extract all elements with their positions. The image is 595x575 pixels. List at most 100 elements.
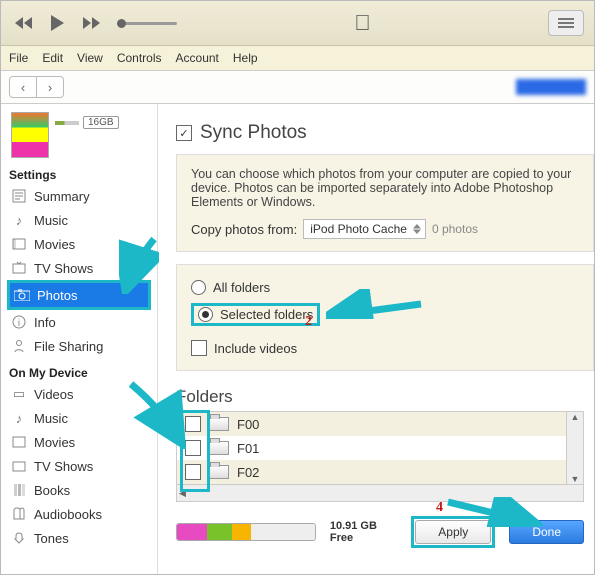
folder-name: F01 <box>237 441 259 456</box>
sidebar-item-music[interactable]: ♪ Music <box>7 208 157 232</box>
books-icon <box>11 482 27 498</box>
radio-all-folders[interactable]: All folders <box>191 275 579 299</box>
vertical-scrollbar[interactable]: ▲▼ <box>566 412 583 484</box>
sidebar-section-device: On My Device <box>9 366 155 380</box>
sidebar-item-label: File Sharing <box>34 339 103 354</box>
sidebar-item-audiobooks[interactable]: Audiobooks <box>7 502 157 526</box>
sidebar-item-label: Summary <box>34 189 90 204</box>
page-title-row: ✓ Sync Photos <box>176 122 594 144</box>
copy-source-select[interactable]: iPod Photo Cache <box>303 219 426 239</box>
info-icon: i <box>11 314 27 330</box>
photo-count: 0 photos <box>432 222 478 236</box>
menu-edit[interactable]: Edit <box>42 51 63 65</box>
sidebar-item-label: Music <box>34 213 68 228</box>
scroll-down-icon: ▼ <box>571 474 580 484</box>
sidebar-item-tvshows[interactable]: TV Shows <box>7 256 157 280</box>
sidebar: 16GB Settings Summary ♪Music Movies TV S… <box>1 104 158 574</box>
folder-list: F00 F01 F02 ▲▼ ◀ <box>176 411 584 502</box>
sidebar-item-tvshows2[interactable]: TV Shows <box>7 454 157 478</box>
sidebar-item-label: Photos <box>37 288 77 303</box>
done-button[interactable]: Done <box>509 520 584 544</box>
sidebar-item-videos[interactable]: ▭ Videos <box>7 382 157 406</box>
horizontal-scrollbar[interactable]: ◀ <box>177 484 583 501</box>
audiobooks-icon <box>11 506 27 522</box>
folder-checkbox[interactable] <box>185 464 201 480</box>
movies-icon <box>11 236 27 252</box>
svg-text:i: i <box>18 318 20 329</box>
play-button[interactable] <box>45 11 71 35</box>
capacity-badge: 16GB <box>83 116 119 129</box>
storage-bar <box>176 523 316 541</box>
checkbox-label: Include videos <box>214 341 297 356</box>
tv-icon <box>11 458 27 474</box>
folder-icon <box>209 441 229 455</box>
sidebar-item-label: Videos <box>34 387 74 402</box>
tv-icon <box>11 260 27 276</box>
folder-name: F02 <box>237 465 259 480</box>
apply-button[interactable]: Apply <box>415 520 491 544</box>
menu-help[interactable]: Help <box>233 51 258 65</box>
sidebar-item-label: Audiobooks <box>34 507 102 522</box>
music-icon: ♪ <box>11 212 27 228</box>
sidebar-item-label: TV Shows <box>34 459 93 474</box>
copy-source-value: iPod Photo Cache <box>310 222 407 236</box>
folder-checkbox[interactable] <box>185 416 201 432</box>
sidebar-item-label: Tones <box>34 531 69 546</box>
copy-from-label: Copy photos from: <box>191 222 297 237</box>
annotation-highlight-selected: Selected folders <box>191 303 320 326</box>
device-thumbnail[interactable]: 16GB <box>7 110 157 160</box>
menu-controls[interactable]: Controls <box>117 51 162 65</box>
menu-view[interactable]: View <box>77 51 103 65</box>
include-videos-checkbox-row[interactable]: Include videos <box>191 336 579 360</box>
sidebar-item-tones[interactable]: Tones <box>7 526 157 550</box>
footer-bar: 10.91 GB Free Apply Done <box>176 516 594 548</box>
scroll-left-icon: ◀ <box>179 488 186 499</box>
device-artwork <box>11 112 49 158</box>
folder-options-panel: All folders Selected folders Include vid… <box>176 264 594 371</box>
sidebar-item-music2[interactable]: ♪ Music <box>7 406 157 430</box>
sidebar-item-summary[interactable]: Summary <box>7 184 157 208</box>
sidebar-item-movies2[interactable]: Movies <box>7 430 157 454</box>
sync-photos-checkbox[interactable]: ✓ <box>176 125 192 141</box>
storage-segment <box>232 524 251 540</box>
next-track-button[interactable] <box>79 11 105 35</box>
menu-bar: File Edit View Controls Account Help <box>1 46 594 71</box>
nav-forward-button[interactable]: › <box>37 76 64 98</box>
capacity-bar-icon <box>55 121 79 125</box>
annotation-number-4: 4 <box>436 500 443 516</box>
menu-file[interactable]: File <box>9 51 28 65</box>
tones-icon <box>11 530 27 546</box>
music-icon: ♪ <box>11 410 27 426</box>
sidebar-item-books[interactable]: Books <box>7 478 157 502</box>
storage-free-label: 10.91 GB Free <box>330 520 397 544</box>
list-view-button[interactable] <box>548 10 584 36</box>
summary-icon <box>11 188 27 204</box>
radio-label: Selected folders <box>220 307 313 322</box>
storage-segment <box>207 524 232 540</box>
folder-row[interactable]: F01 <box>177 436 583 460</box>
scroll-up-icon: ▲ <box>571 412 580 422</box>
videos-icon: ▭ <box>11 386 27 402</box>
annotation-highlight-apply: Apply <box>411 516 495 548</box>
storage-segment-free <box>251 524 314 540</box>
checkbox-icon <box>191 340 207 356</box>
sidebar-item-filesharing[interactable]: File Sharing <box>7 334 157 358</box>
camera-icon <box>14 287 30 303</box>
sidebar-item-label: Music <box>34 411 68 426</box>
radio-selected-folders[interactable] <box>198 307 213 322</box>
sidebar-item-label: TV Shows <box>34 261 93 276</box>
sidebar-item-info[interactable]: iInfo <box>7 310 157 334</box>
folder-row[interactable]: F02 <box>177 460 583 484</box>
movies-icon <box>11 434 27 450</box>
menu-account[interactable]: Account <box>176 51 219 65</box>
volume-slider[interactable] <box>117 22 177 25</box>
sidebar-item-movies[interactable]: Movies <box>7 232 157 256</box>
nav-back-button[interactable]: ‹ <box>9 76 37 98</box>
apple-logo-icon:  <box>354 10 371 36</box>
folder-row[interactable]: F00 <box>177 412 583 436</box>
folder-checkbox[interactable] <box>185 440 201 456</box>
folder-icon <box>209 465 229 479</box>
sidebar-item-photos[interactable]: Photos <box>10 283 148 307</box>
nav-toolbar: ‹ › <box>1 71 594 104</box>
prev-track-button[interactable] <box>11 11 37 35</box>
